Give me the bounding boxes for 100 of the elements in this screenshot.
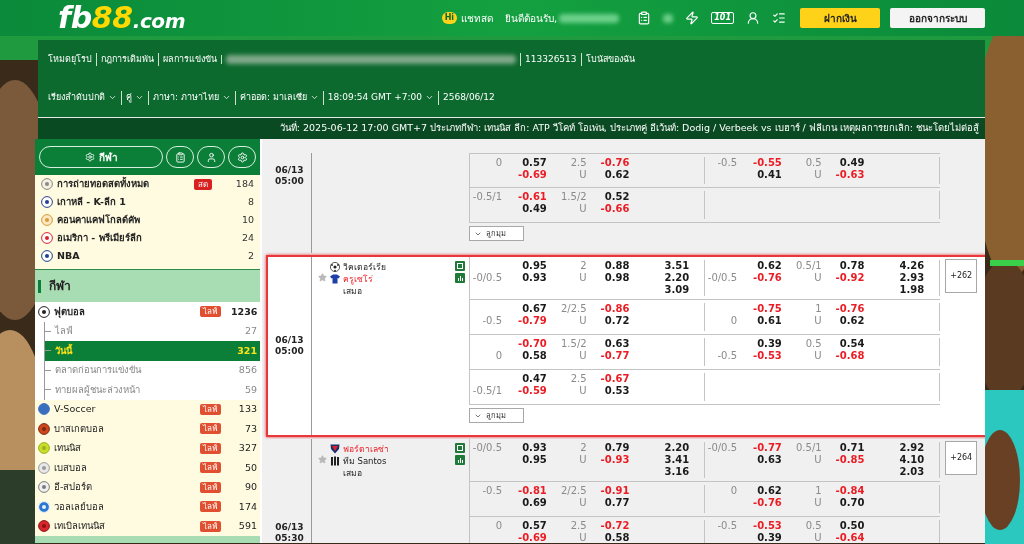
odds-value[interactable]: 2.93 bbox=[899, 272, 925, 284]
nav-link[interactable]: 113326513 bbox=[525, 52, 577, 66]
nav-link[interactable]: โบนัสของฉัน bbox=[585, 52, 635, 66]
odds-value[interactable]: 2.20 bbox=[664, 442, 690, 454]
league-item[interactable]: เกาหลี - K-ลีก 1 bbox=[57, 194, 126, 210]
sport-subitem[interactable]: ตลาดก่อนการแข่งขัน 856 bbox=[44, 360, 260, 380]
sport-subitem[interactable]: วันนี้ 321 bbox=[44, 341, 260, 361]
odds-value[interactable]: 0.58 bbox=[604, 532, 630, 543]
odds-value[interactable]: 3.51 bbox=[664, 260, 690, 272]
odds-value[interactable]: -0.70 bbox=[518, 338, 547, 350]
settings-dropdown[interactable]: คู่ bbox=[121, 91, 148, 105]
live-chat-link[interactable]: แชทสด bbox=[461, 10, 494, 26]
stats-icon[interactable] bbox=[455, 455, 466, 465]
odds-value[interactable]: -0.76 bbox=[753, 272, 782, 284]
odds-value[interactable]: -0.91 bbox=[600, 485, 630, 497]
odds-value[interactable]: 0.49 bbox=[522, 203, 547, 215]
sport-item[interactable]: บาสเกตบอล bbox=[54, 421, 104, 436]
odds-value[interactable]: -0.77 bbox=[600, 350, 630, 362]
odds-value[interactable]: -0.63 bbox=[835, 169, 865, 181]
odds-value[interactable]: 0.57 bbox=[522, 520, 547, 532]
odds-value[interactable]: 0.69 bbox=[522, 497, 547, 509]
settings-dropdown[interactable]: 18:09:54 GMT +7:00 bbox=[322, 91, 438, 105]
odds-value[interactable]: 0.39 bbox=[757, 532, 782, 543]
sport-subitem[interactable]: ทายผลผู้ชนะล่วงหน้า 59 bbox=[44, 380, 260, 400]
odds-value[interactable]: 0.62 bbox=[757, 485, 782, 497]
chat-bubble-icon[interactable]: Hi bbox=[441, 12, 458, 24]
settings-dropdown[interactable]: เรียงลำดับปกติ bbox=[44, 91, 121, 105]
pitch-icon[interactable] bbox=[455, 261, 466, 271]
nav-link[interactable]: กฎการเดิมพัน bbox=[101, 52, 154, 66]
odds-value[interactable]: 0.50 bbox=[839, 520, 865, 532]
odds-value[interactable]: 0.53 bbox=[604, 385, 630, 397]
odds-value[interactable]: -0.53 bbox=[753, 350, 782, 362]
odds-value[interactable]: 0.62 bbox=[757, 260, 782, 272]
settings-dropdown[interactable]: ค่าออด: มาเลเซีย bbox=[234, 91, 323, 105]
odds-value[interactable]: 0.47 bbox=[522, 373, 547, 385]
user-icon[interactable] bbox=[746, 11, 760, 25]
settings-dropdown[interactable]: ภาษา: ภาษาไทย bbox=[148, 91, 235, 105]
sport-item[interactable]: อี-สปอร์ต bbox=[54, 480, 93, 495]
odds-value[interactable]: 0.70 bbox=[839, 497, 865, 509]
odds-value[interactable]: -0.64 bbox=[835, 532, 865, 543]
odds-value[interactable]: -0.53 bbox=[753, 520, 782, 532]
odds-value[interactable]: -0.85 bbox=[835, 454, 865, 466]
odds-value[interactable]: 0.72 bbox=[604, 315, 630, 327]
odds-value[interactable]: 0.95 bbox=[522, 260, 547, 272]
odds-value[interactable]: 0.62 bbox=[604, 169, 630, 181]
odds-value[interactable]: -0.76 bbox=[753, 497, 782, 509]
odds-value[interactable]: -0.69 bbox=[518, 169, 547, 181]
odds-value[interactable]: -0.66 bbox=[600, 203, 630, 215]
odds-value[interactable]: -0.68 bbox=[835, 350, 865, 362]
odds-value[interactable]: 0.77 bbox=[604, 497, 630, 509]
odds-value[interactable]: -0.75 bbox=[753, 303, 782, 315]
odds-value[interactable]: 0.71 bbox=[839, 442, 865, 454]
odds-value[interactable]: 0.54 bbox=[839, 338, 865, 350]
pitch-icon[interactable] bbox=[455, 443, 466, 453]
sport-item[interactable]: ฟุตบอล bbox=[54, 304, 85, 319]
stats-icon[interactable] bbox=[455, 273, 466, 283]
odds-value[interactable]: 2.92 bbox=[899, 442, 925, 454]
odds-value[interactable]: 3.16 bbox=[664, 466, 690, 478]
odds-value[interactable]: 0.67 bbox=[522, 303, 547, 315]
odds-value[interactable]: 0.95 bbox=[522, 454, 547, 466]
ticket-icon[interactable]: 101 bbox=[711, 12, 734, 24]
odds-value[interactable]: 0.93 bbox=[522, 272, 547, 284]
lightning-icon[interactable] bbox=[685, 11, 700, 25]
odds-value[interactable]: 4.26 bbox=[899, 260, 925, 272]
team-name[interactable]: ครูเซโร่ bbox=[342, 273, 373, 285]
odds-value[interactable]: -0.81 bbox=[518, 485, 547, 497]
odds-value[interactable]: -0.55 bbox=[753, 157, 782, 169]
odds-value[interactable]: 0.57 bbox=[522, 157, 547, 169]
odds-value[interactable]: 0.78 bbox=[839, 260, 865, 272]
odds-value[interactable]: 0.39 bbox=[757, 338, 782, 350]
odds-value[interactable]: 0.58 bbox=[522, 350, 547, 362]
odds-value[interactable]: -0.69 bbox=[518, 532, 547, 543]
favorite-star-icon[interactable] bbox=[317, 455, 327, 464]
odds-value[interactable]: -0.61 bbox=[518, 191, 547, 203]
sport-item[interactable]: เบสบอล bbox=[54, 460, 87, 475]
league-item[interactable]: NBA bbox=[57, 248, 80, 264]
odds-value[interactable]: 0.61 bbox=[757, 315, 782, 327]
odds-value[interactable]: 0.63 bbox=[757, 454, 782, 466]
odds-value[interactable]: 0.62 bbox=[839, 315, 865, 327]
odds-value[interactable]: -0.72 bbox=[600, 520, 630, 532]
odds-value[interactable]: 0.93 bbox=[522, 442, 547, 454]
deposit-button[interactable]: ฝากเงิน bbox=[800, 8, 880, 28]
league-item[interactable]: คอนคาแคฟโกลด์คัพ bbox=[57, 212, 140, 228]
odds-value[interactable]: 0.98 bbox=[604, 272, 630, 284]
odds-value[interactable]: 0.79 bbox=[604, 442, 630, 454]
odds-value[interactable]: -0.76 bbox=[600, 157, 630, 169]
sport-item[interactable]: เทเบิลเทนนิส bbox=[54, 519, 105, 534]
odds-value[interactable]: 3.09 bbox=[664, 284, 690, 296]
odds-value[interactable]: -0.59 bbox=[518, 385, 547, 397]
favorite-star-icon[interactable] bbox=[317, 273, 327, 282]
odds-value[interactable]: 0.41 bbox=[757, 169, 782, 181]
odds-value[interactable]: 4.10 bbox=[899, 454, 925, 466]
sport-item[interactable]: เทนนิส bbox=[54, 441, 81, 456]
odds-value[interactable]: -0.86 bbox=[600, 303, 630, 315]
more-markets-button[interactable]: +262 bbox=[945, 259, 978, 293]
odds-value[interactable]: 2.03 bbox=[899, 466, 925, 478]
statement-icon[interactable] bbox=[637, 11, 652, 25]
more-markets-button[interactable]: +264 bbox=[945, 441, 978, 475]
league-item[interactable]: การถ่ายทอดสดทั้งหมด bbox=[57, 176, 149, 192]
sport-item[interactable]: V-Soccer bbox=[54, 402, 96, 417]
